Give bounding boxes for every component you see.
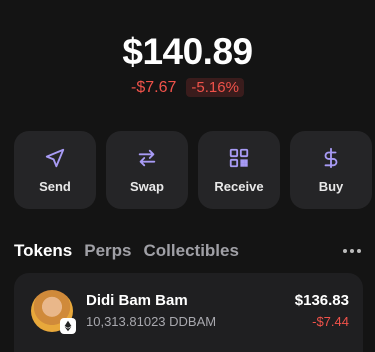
asset-tabs: Tokens Perps Collectibles bbox=[14, 241, 361, 261]
send-icon bbox=[45, 148, 65, 167]
action-buttons: Send Swap Receive Buy bbox=[14, 131, 372, 209]
tab-perps[interactable]: Perps bbox=[84, 241, 131, 261]
token-value: $136.83 bbox=[294, 292, 349, 309]
balance-summary: $140.89 -$7.67 -5.16% bbox=[0, 30, 375, 97]
token-change: -$7.44 bbox=[312, 314, 349, 329]
balance-change-percent: -5.16% bbox=[186, 78, 244, 97]
token-name: Didi Bam Bam bbox=[86, 292, 188, 309]
receive-button[interactable]: Receive bbox=[198, 131, 280, 209]
swap-icon bbox=[138, 149, 156, 166]
receive-label: Receive bbox=[214, 178, 264, 194]
send-label: Send bbox=[39, 178, 71, 194]
ethereum-icon bbox=[60, 318, 76, 334]
token-quantity: 10,313.81023 DDBAM bbox=[86, 314, 217, 329]
token-row[interactable]: Didi Bam Bam 10,313.81023 DDBAM $136.83 … bbox=[14, 273, 363, 352]
send-button[interactable]: Send bbox=[14, 131, 96, 209]
dollar-icon bbox=[324, 147, 338, 168]
balance-amount: $140.89 bbox=[122, 31, 253, 72]
swap-button[interactable]: Swap bbox=[106, 131, 188, 209]
qr-code-icon bbox=[229, 148, 249, 167]
buy-button[interactable]: Buy bbox=[290, 131, 372, 209]
tab-collectibles[interactable]: Collectibles bbox=[144, 241, 239, 261]
balance-change-absolute: -$7.67 bbox=[131, 78, 177, 96]
more-options-icon[interactable] bbox=[343, 245, 361, 257]
tab-tokens[interactable]: Tokens bbox=[14, 241, 72, 261]
balance-change-row: -$7.67 -5.16% bbox=[0, 78, 375, 97]
swap-label: Swap bbox=[130, 178, 164, 194]
buy-label: Buy bbox=[318, 178, 344, 194]
